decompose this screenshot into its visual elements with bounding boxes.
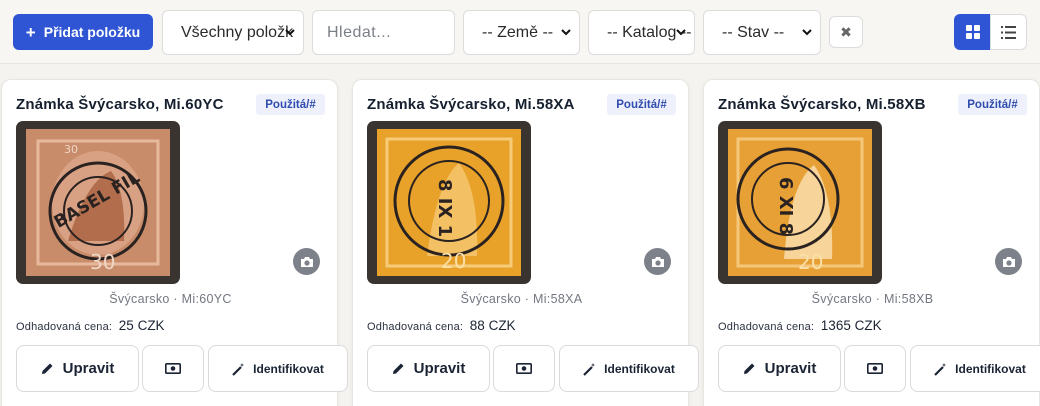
pencil-icon (392, 363, 404, 374)
edit-label: Upravit (413, 360, 466, 377)
status-badge: Použitá/# (256, 94, 325, 115)
money-icon (165, 363, 181, 374)
price-label: Odhadovaná cena: (718, 321, 815, 333)
pencil-icon (41, 363, 53, 374)
list-icon (1001, 25, 1016, 39)
identify-button[interactable]: Identifikovat (910, 345, 1040, 392)
identify-label: Identifikovat (253, 361, 324, 376)
item-type-value: Všechny položk (181, 23, 294, 41)
camera-icon[interactable] (644, 248, 671, 275)
identify-label: Identifikovat (604, 361, 675, 376)
country-select[interactable]: -- Země -- (463, 10, 580, 55)
magic-wand-icon (232, 362, 245, 376)
add-item-button[interactable]: + Přidat položku (13, 14, 153, 50)
clear-filters-button[interactable]: ✖ (829, 16, 863, 48)
item-meta: Švýcarsko · Mi:58XA (460, 292, 583, 306)
svg-text:20: 20 (798, 250, 823, 274)
price-value: 1365 CZK (820, 318, 882, 333)
price-value: 25 CZK (118, 318, 165, 333)
country-value: -- Země -- (482, 23, 554, 41)
pencil-icon (743, 363, 755, 374)
item-price: Odhadovaná cena: 88 CZK (367, 318, 516, 333)
stamp-image[interactable]: 6 XI 8 20 (718, 121, 882, 284)
item-card: Známka Švýcarsko, Mi.60YC Použitá/# BASE… (1, 79, 348, 406)
svg-text:30: 30 (64, 143, 78, 156)
identify-button[interactable]: Identifikovat (208, 345, 348, 392)
item-title: Známka Švýcarsko, Mi.58XA (367, 96, 575, 113)
price-label: Odhadovaná cena: (367, 321, 464, 333)
status-badge: Použitá/# (958, 94, 1027, 115)
add-item-label: Přidat položku (43, 24, 141, 40)
item-card: Známka Švýcarsko, Mi.58XA Použitá/# 8 IX… (352, 79, 699, 406)
item-type-select[interactable]: Všechny položk (162, 10, 304, 55)
item-card: Známka Švýcarsko, Mi.58XB Použitá/# 6 XI… (703, 79, 1040, 406)
magic-wand-icon (934, 362, 947, 376)
svg-text:20: 20 (441, 249, 466, 273)
price-button[interactable] (844, 345, 906, 392)
svg-text:8 IX 1: 8 IX 1 (434, 179, 455, 237)
edit-button[interactable]: Upravit (16, 345, 139, 392)
plus-icon: + (25, 22, 36, 42)
search-input[interactable]: Hledat... (312, 10, 455, 55)
item-title: Známka Švýcarsko, Mi.58XB (718, 96, 926, 113)
money-icon (516, 363, 532, 374)
list-view-button[interactable] (990, 14, 1027, 50)
price-button[interactable] (142, 345, 204, 392)
camera-icon[interactable] (293, 248, 320, 275)
edit-button[interactable]: Upravit (367, 345, 490, 392)
identify-button[interactable]: Identifikovat (559, 345, 699, 392)
state-select[interactable]: -- Stav -- (703, 10, 821, 55)
svg-text:30: 30 (90, 250, 115, 274)
toolbar: + Přidat položku Všechny položk Hledat..… (0, 0, 1040, 64)
identify-label: Identifikovat (955, 361, 1026, 376)
status-badge: Použitá/# (607, 94, 676, 115)
item-meta: Švýcarsko · Mi:58XB (811, 292, 934, 306)
svg-text:6 XI 8: 6 XI 8 (775, 177, 796, 235)
item-meta: Švýcarsko · Mi:60YC (109, 292, 232, 306)
item-price: Odhadovaná cena: 1365 CZK (718, 318, 882, 333)
chevron-down-icon (676, 29, 686, 36)
camera-icon[interactable] (995, 248, 1022, 275)
money-icon (867, 363, 883, 374)
price-label: Odhadovaná cena: (16, 321, 113, 333)
stamp-image[interactable]: 8 IX 1 20 (367, 121, 531, 284)
chevron-down-icon (561, 29, 571, 36)
state-value: -- Stav -- (722, 23, 785, 41)
close-icon: ✖ (840, 23, 852, 40)
stamp-image[interactable]: BASEL FIL 30 30 (16, 121, 180, 284)
price-button[interactable] (493, 345, 555, 392)
chevron-down-icon (802, 29, 812, 36)
edit-label: Upravit (764, 360, 817, 377)
chevron-down-icon (285, 29, 295, 36)
catalog-select[interactable]: -- Katalog -- (588, 10, 695, 55)
magic-wand-icon (583, 362, 596, 376)
search-placeholder: Hledat... (327, 23, 392, 41)
item-title: Známka Švýcarsko, Mi.60YC (16, 96, 224, 113)
price-value: 88 CZK (469, 318, 516, 333)
grid-view-button[interactable] (954, 14, 991, 50)
grid-icon (965, 25, 980, 39)
item-price: Odhadovaná cena: 25 CZK (16, 318, 165, 333)
edit-label: Upravit (62, 360, 115, 377)
edit-button[interactable]: Upravit (718, 345, 841, 392)
